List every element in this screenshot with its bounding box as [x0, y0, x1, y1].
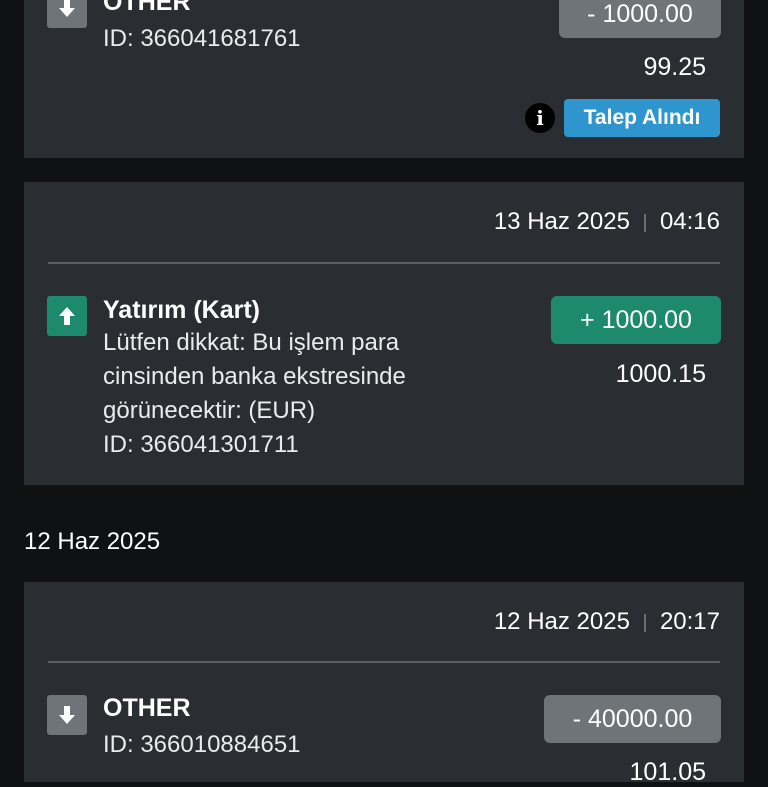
transaction-datetime: 13 Haz 2025 04:16: [494, 208, 720, 236]
transaction-note-line: Lütfen dikkat: Bu işlem para: [103, 329, 400, 356]
transaction-date: 13 Haz 2025: [493, 208, 630, 235]
transaction-title: OTHER: [103, 694, 191, 722]
transaction-datetime: 12 Haz 2025 20:17: [494, 608, 720, 636]
arrow-down-icon: [47, 695, 87, 735]
info-icon[interactable]: i: [525, 103, 555, 133]
transaction-card: OTHER ID: 366041681761 - 1000.00 99.25 i…: [24, 0, 744, 158]
transaction-time: 04:16: [659, 208, 720, 235]
transaction-id: ID: 366041681761: [103, 25, 301, 52]
transaction-id: ID: 366010884651: [103, 731, 301, 758]
balance-after: 101.05: [629, 758, 706, 786]
amount-badge: - 1000.00: [559, 0, 721, 38]
divider: [48, 262, 720, 264]
group-date-header: 12 Haz 2025: [24, 528, 161, 555]
transaction-note-line: cinsinden banka ekstresinde: [103, 363, 406, 390]
transaction-id: ID: 366041301711: [103, 431, 299, 458]
transaction-title: Yatırım (Kart): [103, 296, 260, 324]
transaction-date: 12 Haz 2025: [493, 608, 630, 635]
separator: [643, 213, 646, 232]
amount-badge: - 40000.00: [544, 695, 721, 743]
status-badge[interactable]: Talep Alındı: [564, 99, 720, 137]
divider: [48, 661, 720, 663]
balance-after: 1000.15: [615, 360, 706, 388]
separator: [643, 613, 646, 632]
balance-after: 99.25: [643, 53, 706, 81]
transaction-card: 13 Haz 2025 04:16 Yatırım (Kart) Lütfen d…: [24, 182, 744, 485]
transaction-title: OTHER: [103, 0, 191, 16]
transaction-time: 20:17: [659, 608, 720, 635]
transaction-card: 12 Haz 2025 20:17 OTHER ID: 366010884651 …: [24, 582, 744, 786]
arrow-down-icon: [47, 0, 87, 28]
arrow-up-icon: [47, 296, 87, 336]
amount-badge: + 1000.00: [551, 296, 721, 344]
transaction-note-line: görünecektir: (EUR): [103, 397, 316, 424]
